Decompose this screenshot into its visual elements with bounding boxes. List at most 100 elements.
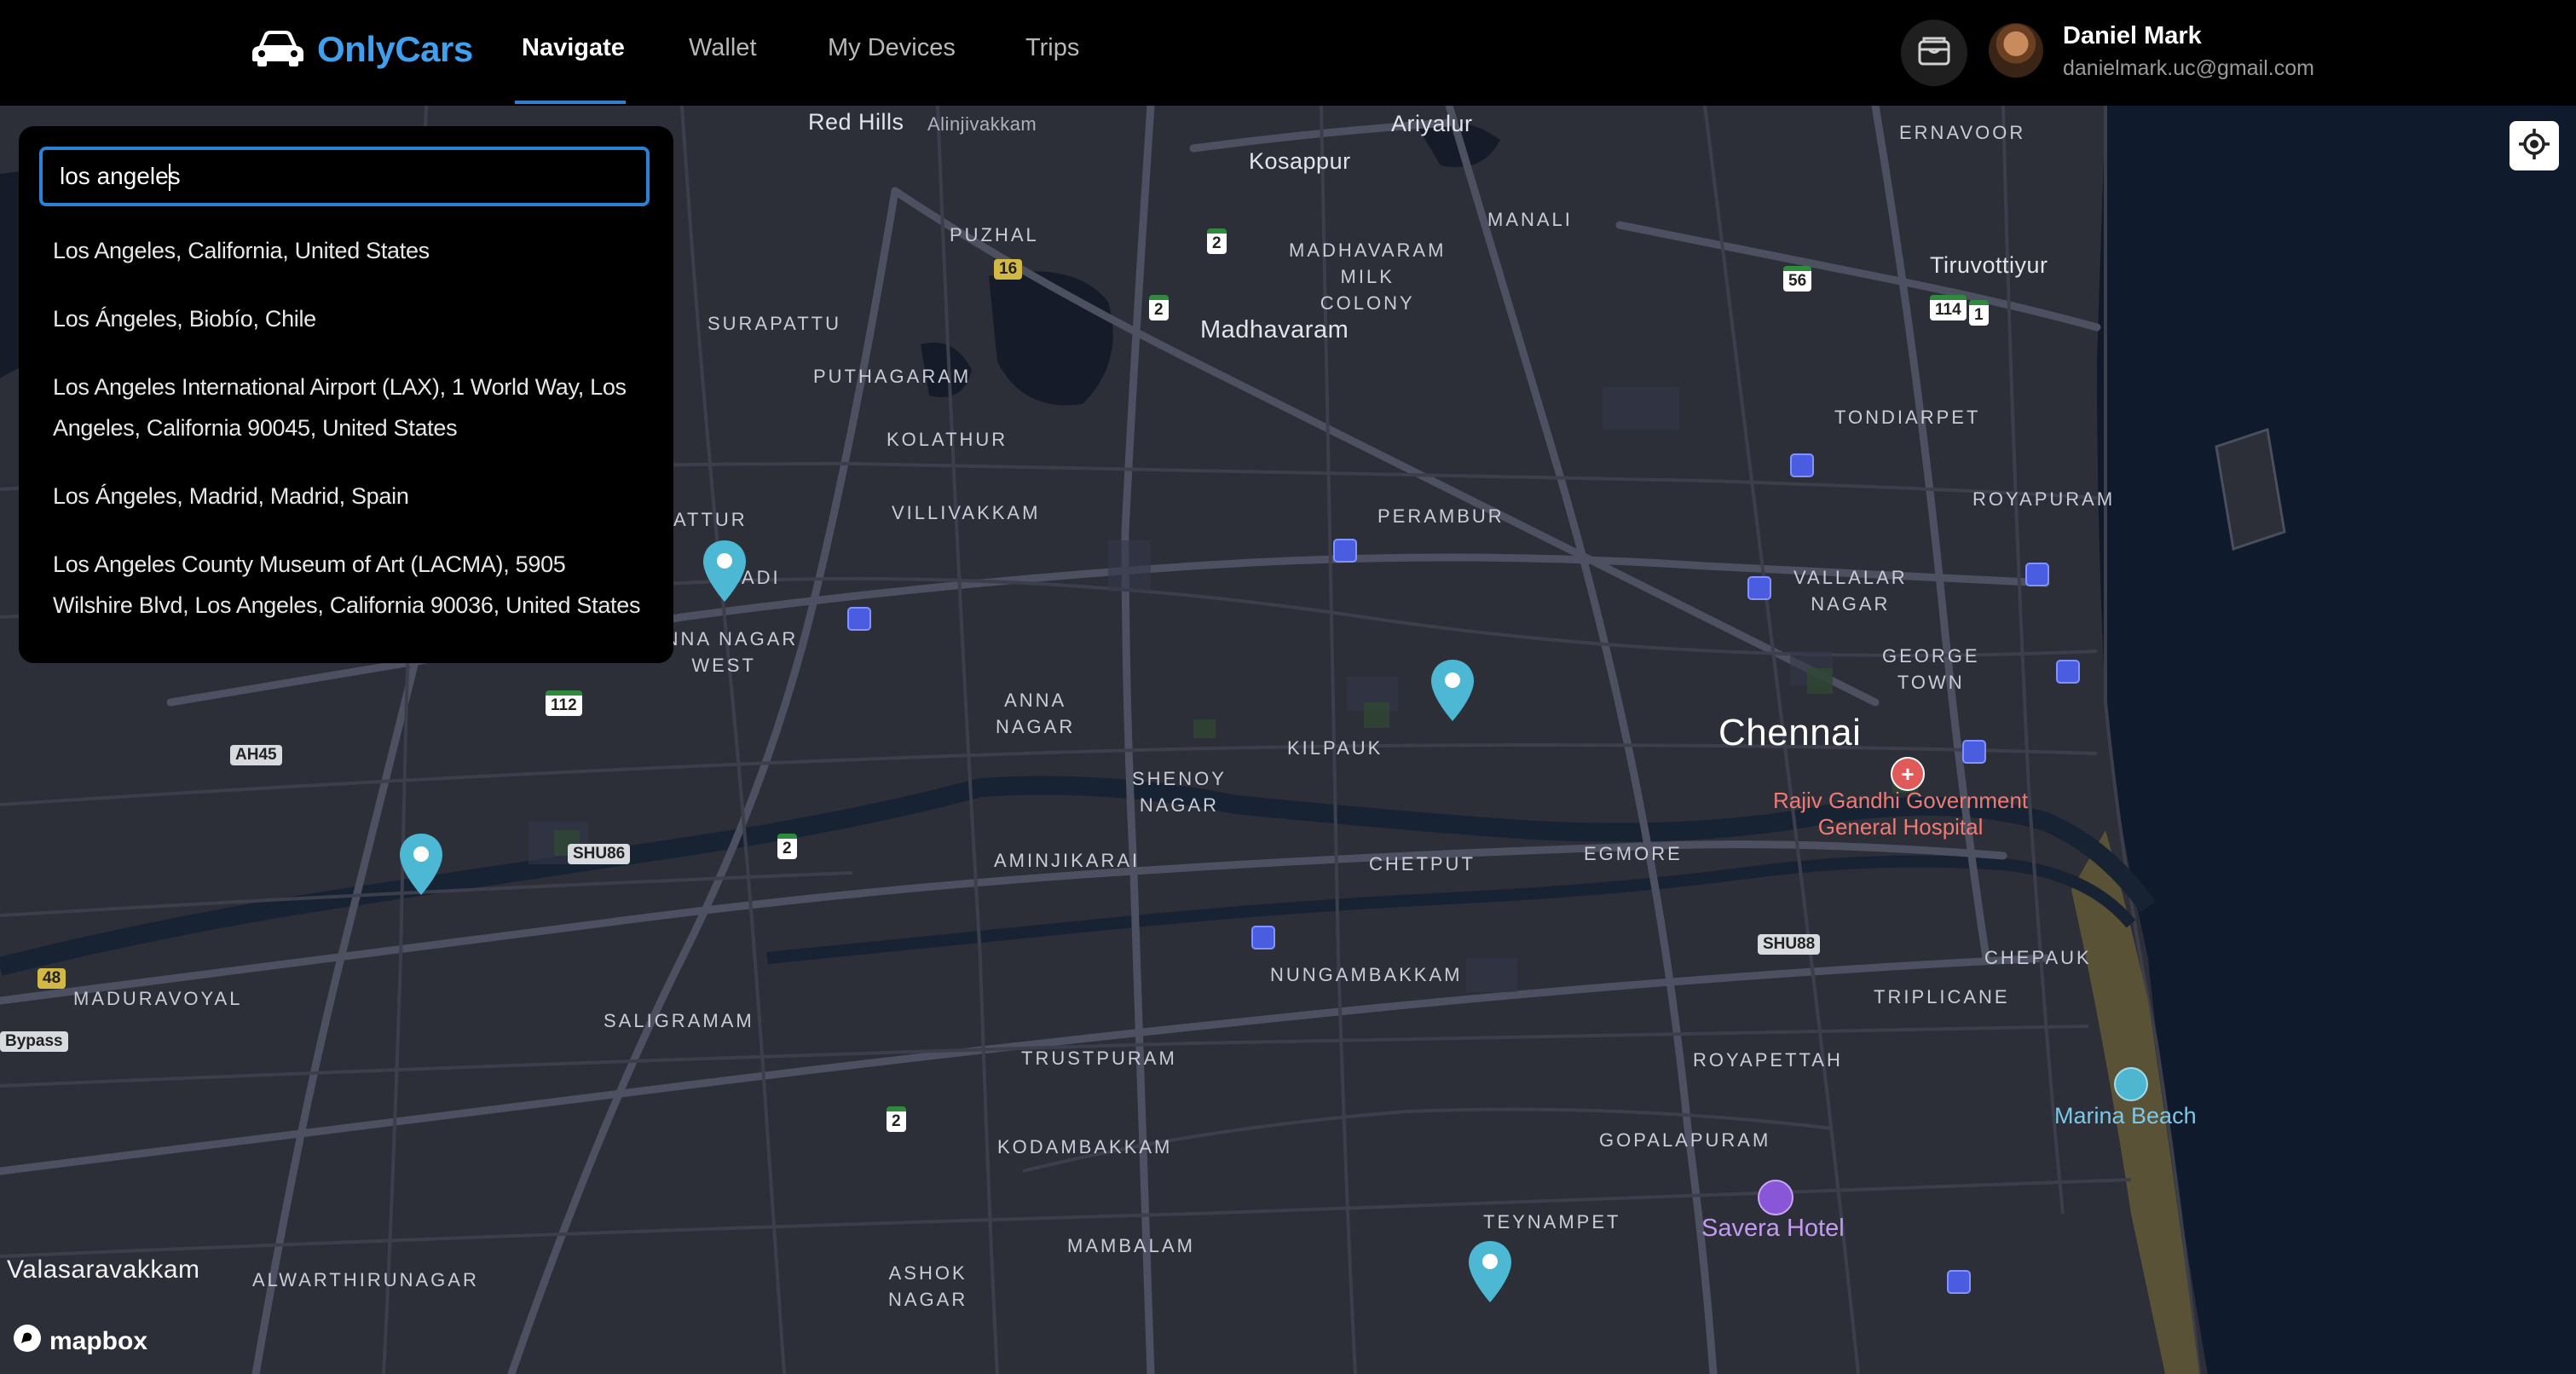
map-label-mambalam: MAMBALAM [1067, 1235, 1195, 1256]
crosshair-icon [2517, 127, 2551, 165]
map-label-rajiv-gandhi-hospital: Rajiv Gandhi Government General Hospital [1773, 788, 2029, 840]
map-label-george-town: GEORGE TOWN [1882, 645, 1980, 693]
search-input[interactable] [39, 147, 650, 206]
road-shield: 2 [887, 1106, 906, 1132]
road-shield: AH45 [230, 745, 282, 765]
search-suggestion-item[interactable]: Los Angeles, California, United States [53, 230, 650, 271]
map-label-villivakkam: VILLIVAKKAM [892, 502, 1041, 523]
map-label-kilpauk: KILPAUK [1287, 737, 1383, 759]
metro-station-icon [1333, 539, 1357, 563]
map-label-ariyalur: Ariyalur [1391, 111, 1473, 136]
map-attribution[interactable]: mapbox [12, 1323, 147, 1360]
text-cursor [169, 164, 170, 191]
metro-station-icon [2025, 563, 2049, 586]
map-label-ashok-nagar: ASHOK NAGAR [888, 1262, 968, 1310]
map-label-surapattu: SURAPATTU [708, 313, 841, 334]
mapbox-logo-icon [12, 1323, 43, 1360]
hotel-icon[interactable] [1758, 1180, 1793, 1215]
road-shield: 114 [1930, 295, 1967, 320]
map-label-royapuram: ROYAPURAM [1972, 488, 2116, 510]
search-panel: Los Angeles, California, United States L… [19, 126, 673, 663]
road-shield: Bypass [0, 1031, 68, 1052]
map-label-tondiarpet: TONDIARPET [1834, 407, 1981, 428]
map-label-shenoy-nagar: SHENOY NAGAR [1132, 768, 1227, 816]
road-shield: 2 [1207, 228, 1227, 254]
search-suggestion-item[interactable]: Los Ángeles, Biobío, Chile [53, 298, 650, 339]
wallet-button[interactable] [1901, 20, 1967, 86]
vehicle-marker-pin-icon[interactable] [1429, 658, 1476, 723]
map-label-chetput: CHETPUT [1369, 853, 1476, 875]
map-label-attur: ATTUR [673, 509, 748, 530]
map-label-tiruvottiyur: Tiruvottiyur [1930, 252, 2048, 278]
user-name: Daniel Mark [2063, 22, 2202, 49]
user-email: danielmark.uc@gmail.com [2063, 56, 2314, 80]
map-label-vallalar-nagar: VALLALAR NAGAR [1793, 567, 1908, 615]
map-label-alwarthirunagar: ALWARTHIRUNAGAR [252, 1269, 479, 1290]
metro-station-icon [1947, 1270, 1971, 1294]
map-label-perambur: PERAMBUR [1378, 505, 1505, 527]
locate-me-button[interactable] [2510, 121, 2559, 170]
metro-station-icon [847, 607, 871, 631]
map-label-madhavaram-milk-colony: MADHAVARAM MILK COLONY [1289, 240, 1447, 314]
metro-station-icon [2056, 660, 2080, 684]
wallet-icon [1917, 36, 1951, 71]
road-shield: SHU88 [1758, 934, 1821, 955]
active-tab-indicator [515, 101, 626, 104]
map-label-gopalapuram: GOPALAPURAM [1599, 1129, 1771, 1151]
map-label-alinjivakkam: Alinjivakkam [927, 113, 1037, 135]
search-suggestion-item[interactable]: Los Angeles International Airport (LAX),… [53, 367, 650, 448]
search-suggestion-item[interactable]: Los Ángeles, Madrid, Madrid, Spain [53, 476, 650, 517]
map-label-manali: MANALI [1487, 209, 1573, 230]
map-label-triplicane: TRIPLICANE [1874, 986, 2010, 1007]
map-label-trustpuram: TRUSTPURAM [1021, 1048, 1177, 1069]
road-shield: 56 [1783, 266, 1812, 292]
tab-navigate[interactable]: Navigate [522, 34, 625, 62]
map-label-nungambakkam: NUNGAMBAKKAM [1270, 964, 1463, 985]
brand[interactable]: OnlyCars [251, 27, 473, 71]
map-label-royapettah: ROYAPETTAH [1693, 1049, 1843, 1071]
map-label-chennai: Chennai [1718, 712, 1862, 753]
road-shield: 16 [994, 259, 1023, 280]
road-shield: 48 [38, 968, 66, 989]
vehicle-marker-pin-icon[interactable] [701, 539, 748, 603]
road-shield: 112 [546, 690, 582, 716]
map-label-anna-nagar: ANNA NAGAR [996, 690, 1076, 737]
map-label-valasaravakkam: Valasaravakkam [7, 1256, 200, 1284]
hospital-icon[interactable]: + [1891, 757, 1925, 791]
map-label-puzhal: PUZHAL [950, 224, 1039, 245]
tab-my-devices[interactable]: My Devices [828, 34, 956, 62]
map-label-teynampet: TEYNAMPET [1483, 1211, 1621, 1233]
map-label-madhavaram: Madhavaram [1200, 316, 1349, 344]
map-label-aminjikarai: AMINJIKARAI [994, 850, 1141, 871]
map-label-egmore: EGMORE [1584, 843, 1683, 864]
vehicle-marker-pin-icon[interactable] [397, 832, 445, 897]
car-icon [251, 27, 305, 71]
map-label-kosappur: Kosappur [1249, 148, 1351, 174]
metro-station-icon [1747, 576, 1771, 600]
map-label-marina-beach: Marina Beach [2054, 1103, 2197, 1129]
map-label-kodambakkam: KODAMBAKKAM [997, 1136, 1173, 1158]
top-navigation-bar: OnlyCars Navigate Wallet My Devices Trip… [0, 0, 2576, 106]
search-suggestions: Los Angeles, California, United States L… [53, 230, 650, 653]
beach-icon[interactable] [2114, 1067, 2148, 1101]
road-shield: 1 [1969, 300, 1989, 326]
map-label-puthagaram: PUTHAGARAM [813, 366, 972, 387]
map-label-saligramam: SALIGRAMAM [604, 1010, 754, 1031]
road-shield: SHU86 [568, 844, 631, 864]
map-label-red-hills: Red Hills [808, 109, 904, 135]
vehicle-marker-pin-icon[interactable] [1466, 1239, 1514, 1304]
map-label-ernavoor: ERNAVOOR [1899, 122, 2026, 143]
road-shield: 2 [777, 834, 797, 859]
metro-station-icon [1962, 740, 1986, 764]
brand-name: OnlyCars [317, 28, 473, 69]
metro-station-icon [1790, 453, 1814, 477]
attribution-text: mapbox [49, 1327, 148, 1355]
tab-trips[interactable]: Trips [1025, 34, 1079, 62]
search-suggestion-item[interactable]: Los Angeles County Museum of Art (LACMA)… [53, 544, 650, 626]
map-label-savera-hotel: Savera Hotel [1701, 1215, 1845, 1242]
metro-station-icon [1251, 926, 1275, 950]
map-label-chepauk: CHEPAUK [1984, 947, 2092, 968]
map-label-maduravoyal: MADURAVOYAL [73, 988, 243, 1009]
tab-wallet[interactable]: Wallet [689, 34, 757, 62]
avatar[interactable] [1989, 23, 2043, 78]
